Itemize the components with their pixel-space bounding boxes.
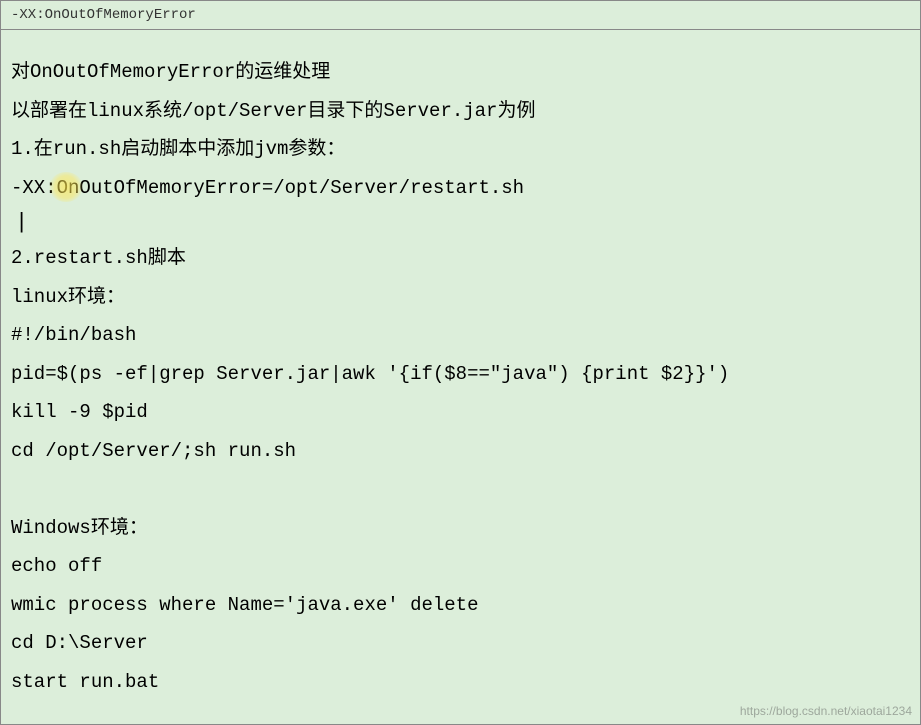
linux-line4: cd /opt/Server/;sh run.sh bbox=[11, 437, 910, 466]
jvm-param-text: -XX:OnOutOfMemoryError=/opt/Server/resta… bbox=[11, 174, 524, 203]
section1-heading: 1.在run.sh启动脚本中添加jvm参数： bbox=[11, 135, 910, 164]
windows-line2: wmic process where Name='java.exe' delet… bbox=[11, 591, 910, 620]
intro-line2: 以部署在linux系统/opt/Server目录下的Server.jar为例 bbox=[11, 97, 910, 126]
linux-line2: pid=$(ps -ef|grep Server.jar|awk '{if($8… bbox=[11, 360, 910, 389]
document-body: 对OnOutOfMemoryError的运维处理 以部署在linux系统/opt… bbox=[0, 30, 921, 725]
intro-line1: 对OnOutOfMemoryError的运维处理 bbox=[11, 58, 910, 87]
watermark: https://blog.csdn.net/xiaotai1234 bbox=[740, 702, 912, 720]
linux-line3: kill -9 $pid bbox=[11, 398, 910, 427]
windows-label: Windows环境： bbox=[11, 514, 910, 543]
jvm-param-line: -XX:OnOutOfMemoryError=/opt/Server/resta… bbox=[11, 174, 910, 203]
section2-heading: 2.restart.sh脚本 bbox=[11, 244, 910, 273]
windows-line3: cd D:\Server bbox=[11, 629, 910, 658]
header-bar: -XX:OnOutOfMemoryError bbox=[0, 0, 921, 30]
header-title: -XX:OnOutOfMemoryError bbox=[11, 7, 196, 23]
windows-line1: echo off bbox=[11, 552, 910, 581]
linux-line1: #!/bin/bash bbox=[11, 321, 910, 350]
linux-label: linux环境： bbox=[11, 283, 910, 312]
windows-line4: start run.bat bbox=[11, 668, 910, 697]
text-caret: | bbox=[15, 212, 910, 234]
